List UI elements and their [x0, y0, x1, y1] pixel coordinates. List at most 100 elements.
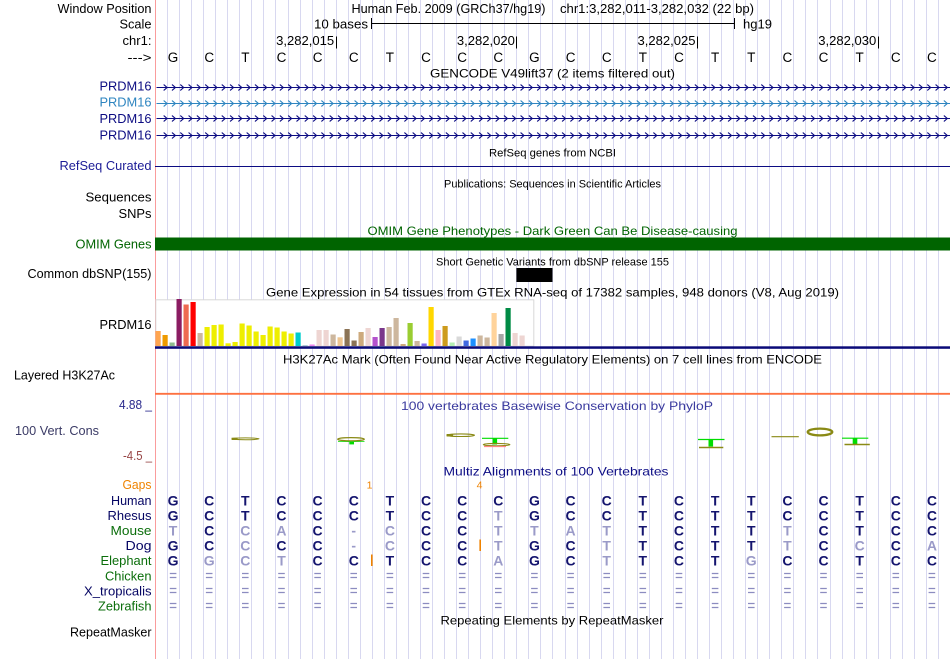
- svg-text:C: C: [891, 553, 901, 569]
- svg-text:G: G: [529, 50, 540, 65]
- svg-text:C: C: [349, 553, 359, 569]
- svg-text:T: T: [639, 553, 648, 569]
- svg-text:C: C: [782, 508, 792, 524]
- svg-text:G: G: [746, 553, 757, 569]
- svg-text:C: C: [891, 50, 901, 65]
- svg-text:C: C: [313, 523, 323, 539]
- svg-text:Zebrafish: Zebrafish: [98, 599, 152, 614]
- svg-text:C: C: [204, 50, 214, 65]
- svg-text:C: C: [240, 553, 250, 569]
- svg-text:T: T: [241, 50, 249, 65]
- svg-text:-4.5 _: -4.5 _: [123, 448, 153, 463]
- svg-text:C: C: [277, 50, 287, 65]
- svg-text:PRDM16: PRDM16: [100, 128, 152, 143]
- svg-text:-: -: [351, 523, 356, 539]
- svg-text:C: C: [602, 50, 612, 65]
- svg-text:T: T: [783, 523, 792, 539]
- svg-text:C: C: [927, 553, 937, 569]
- svg-text:C: C: [927, 508, 937, 524]
- svg-text:T: T: [711, 508, 720, 524]
- svg-text:C: C: [566, 493, 576, 509]
- svg-text:PRDM16: PRDM16: [100, 317, 152, 332]
- svg-text:C: C: [457, 538, 467, 554]
- svg-text:C: C: [204, 523, 214, 539]
- svg-text:C: C: [674, 553, 684, 569]
- svg-text:G: G: [168, 493, 179, 509]
- svg-text:hg19: hg19: [743, 17, 772, 32]
- svg-text:C: C: [927, 50, 937, 65]
- svg-text:C: C: [421, 508, 431, 524]
- svg-text:10 bases: 10 bases: [314, 17, 369, 32]
- svg-text:3,282,030: 3,282,030: [818, 33, 876, 48]
- svg-text:Layered H3K27Ac: Layered H3K27Ac: [14, 368, 115, 383]
- svg-text:4.88 _: 4.88 _: [119, 397, 153, 412]
- svg-text:T: T: [602, 523, 611, 539]
- svg-text:C: C: [818, 493, 828, 509]
- svg-text:G: G: [529, 553, 540, 569]
- svg-text:C: C: [818, 508, 828, 524]
- svg-text:Chicken: Chicken: [105, 569, 152, 584]
- svg-text:Rhesus: Rhesus: [108, 508, 152, 523]
- svg-text:T: T: [386, 493, 395, 509]
- svg-text:A: A: [566, 523, 576, 539]
- svg-text:4: 4: [477, 480, 483, 492]
- svg-text:C: C: [674, 523, 684, 539]
- svg-text:T: T: [639, 523, 648, 539]
- svg-text:T: T: [711, 523, 720, 539]
- svg-text:C: C: [566, 50, 576, 65]
- svg-text:C: C: [421, 493, 431, 509]
- svg-text:C: C: [819, 50, 829, 65]
- svg-text:T: T: [530, 523, 539, 539]
- svg-text:T: T: [386, 553, 395, 569]
- svg-text:C: C: [493, 493, 503, 509]
- svg-text:C: C: [385, 523, 395, 539]
- svg-text:PRDM16: PRDM16: [100, 95, 152, 110]
- svg-text:C: C: [818, 553, 828, 569]
- svg-text:C: C: [855, 538, 865, 554]
- svg-text:T: T: [747, 50, 755, 65]
- svg-text:C: C: [421, 553, 431, 569]
- svg-text:C: C: [313, 493, 323, 509]
- svg-text:C: C: [782, 493, 792, 509]
- svg-text:PRDM16: PRDM16: [100, 111, 152, 126]
- svg-text:T: T: [855, 553, 864, 569]
- svg-text:Publications: Sequences in Sci: Publications: Sequences in Scientific Ar…: [444, 178, 661, 190]
- svg-text:Elephant: Elephant: [101, 553, 152, 568]
- svg-text:T: T: [602, 538, 611, 554]
- svg-text:G: G: [529, 508, 540, 524]
- svg-text:GENCODE V49lift37 (2 items fil: GENCODE V49lift37 (2 items filtered out): [430, 66, 675, 80]
- svg-text:C: C: [313, 553, 323, 569]
- svg-text:C: C: [782, 553, 792, 569]
- svg-text:T: T: [241, 493, 250, 509]
- svg-text:C: C: [349, 508, 359, 524]
- svg-text:Repeating Elements by RepeatMa: Repeating Elements by RepeatMasker: [441, 613, 664, 627]
- svg-text:Gaps: Gaps: [123, 477, 152, 492]
- svg-text:C: C: [457, 508, 467, 524]
- svg-text:T: T: [747, 538, 756, 554]
- svg-text:C: C: [313, 50, 323, 65]
- svg-text:C: C: [566, 538, 576, 554]
- svg-text:C: C: [818, 523, 828, 539]
- svg-text:C: C: [240, 523, 250, 539]
- svg-text:A: A: [927, 538, 937, 554]
- svg-text:T: T: [747, 493, 756, 509]
- svg-text:T: T: [639, 493, 648, 509]
- svg-text:C: C: [566, 508, 576, 524]
- svg-text:X_tropicalis: X_tropicalis: [84, 584, 152, 599]
- svg-text:C: C: [349, 50, 359, 65]
- svg-text:C: C: [204, 493, 214, 509]
- svg-text:G: G: [168, 508, 179, 524]
- svg-text:Dog: Dog: [126, 538, 152, 553]
- svg-text:A: A: [493, 553, 503, 569]
- svg-text:Gene Expression in 54 tissues: Gene Expression in 54 tissues from GTEx …: [266, 285, 839, 299]
- svg-text:100 vertebrates Basewise Conse: 100 vertebrates Basewise Conservation by…: [401, 399, 713, 413]
- svg-text:T: T: [639, 508, 648, 524]
- svg-text:T: T: [494, 523, 503, 539]
- svg-text:Scale: Scale: [120, 17, 152, 32]
- svg-text:T: T: [855, 523, 864, 539]
- svg-text:T: T: [241, 508, 250, 524]
- svg-text:C: C: [204, 538, 214, 554]
- svg-text:G: G: [168, 553, 179, 569]
- svg-text:Multiz Alignments of 100 Verte: Multiz Alignments of 100 Vertebrates: [444, 464, 669, 478]
- svg-text:C: C: [674, 493, 684, 509]
